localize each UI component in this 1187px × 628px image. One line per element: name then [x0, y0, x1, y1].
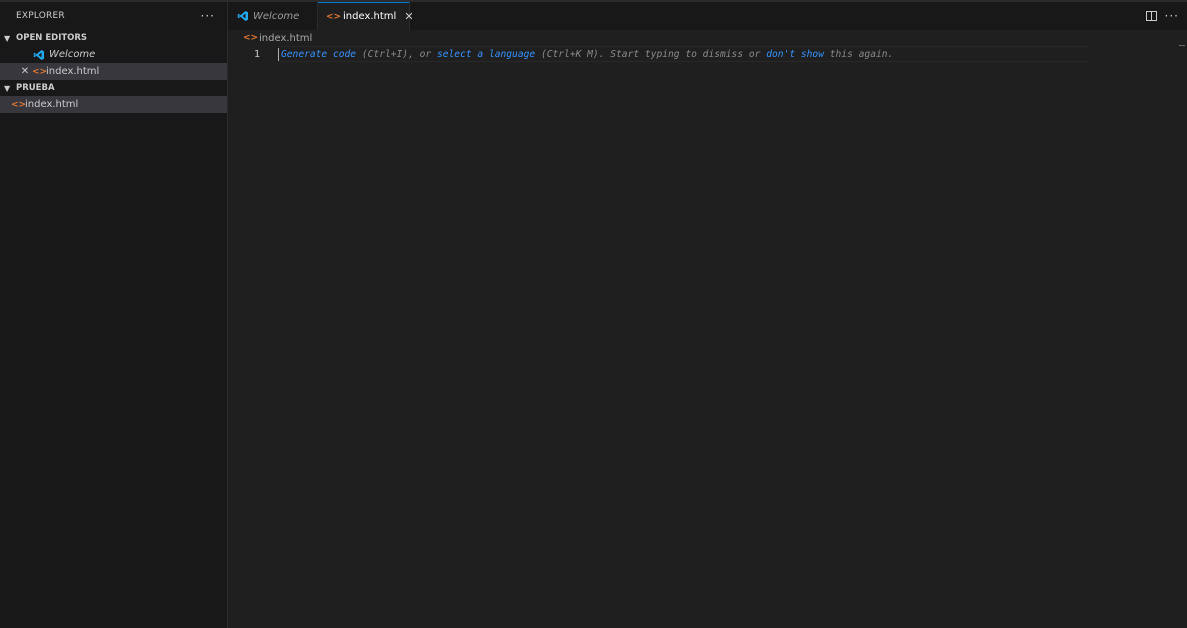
tab-label: Welcome: [253, 10, 300, 22]
line-number: 1: [253, 48, 260, 60]
split-editor-icon[interactable]: [1145, 11, 1157, 21]
html-file-icon: <>: [11, 99, 27, 110]
explorer-sidebar: EXPLORER ··· ▼ OPEN EDITORS Welcome ✕ <>…: [0, 2, 228, 628]
generate-code-link[interactable]: Generate code: [281, 49, 356, 60]
open-editors-title: OPEN EDITORS: [16, 33, 88, 43]
open-editor-item-welcome[interactable]: Welcome: [0, 46, 227, 63]
folder-section-header[interactable]: ▼ PRUEBA: [0, 80, 227, 96]
hint-text: this again.: [823, 48, 894, 60]
editor-actions: ···: [1145, 2, 1179, 30]
open-editor-item-index-html[interactable]: ✕ <> index.html: [0, 63, 227, 80]
overview-ruler-mark: [1179, 45, 1185, 46]
breadcrumb[interactable]: <> index.html: [228, 30, 1187, 46]
hint-text: (Ctrl+I), or: [356, 48, 437, 60]
file-tree-label: index.html: [25, 99, 79, 110]
explorer-more-actions-icon[interactable]: ···: [201, 9, 215, 23]
html-file-icon: <>: [32, 66, 48, 77]
dont-show-link[interactable]: don't show: [766, 49, 824, 60]
tab-index-html[interactable]: <> index.html ✕: [318, 2, 414, 30]
explorer-header: EXPLORER ···: [0, 2, 227, 30]
folder-title: PRUEBA: [16, 83, 55, 93]
breadcrumb-file[interactable]: index.html: [259, 33, 312, 44]
vscode-icon: [33, 49, 44, 60]
html-file-icon: <>: [243, 33, 259, 43]
select-language-link[interactable]: select a language: [437, 49, 535, 60]
chevron-down-icon: ▼: [4, 83, 11, 93]
code-line[interactable]: 1 Generate code (Ctrl+I), or select a la…: [228, 46, 1187, 62]
tab-label: index.html: [343, 11, 397, 22]
tab-welcome[interactable]: Welcome: [228, 2, 318, 30]
editor-group: Welcome <> index.html ✕ ··· <> index.htm…: [228, 2, 1187, 628]
open-editor-label: Welcome: [49, 49, 96, 60]
explorer-title: EXPLORER: [16, 11, 65, 21]
file-tree-item-index-html[interactable]: <> index.html: [0, 96, 227, 113]
open-editor-label: index.html: [46, 66, 100, 77]
vscode-icon: [237, 11, 248, 21]
text-cursor: [278, 47, 279, 61]
hint-text: (Ctrl+K M). Start typing to dismiss or: [535, 48, 767, 60]
editor-more-actions-icon[interactable]: ···: [1165, 9, 1179, 23]
chevron-down-icon: ▼: [4, 33, 11, 43]
html-file-icon: <>: [326, 11, 342, 22]
close-icon[interactable]: ✕: [404, 10, 413, 23]
empty-editor-hint[interactable]: Generate code (Ctrl+I), or select a lang…: [278, 46, 1088, 62]
tab-bar: Welcome <> index.html ✕ ···: [228, 2, 1187, 30]
open-editors-section-header[interactable]: ▼ OPEN EDITORS: [0, 30, 227, 46]
close-icon[interactable]: ✕: [18, 66, 32, 77]
